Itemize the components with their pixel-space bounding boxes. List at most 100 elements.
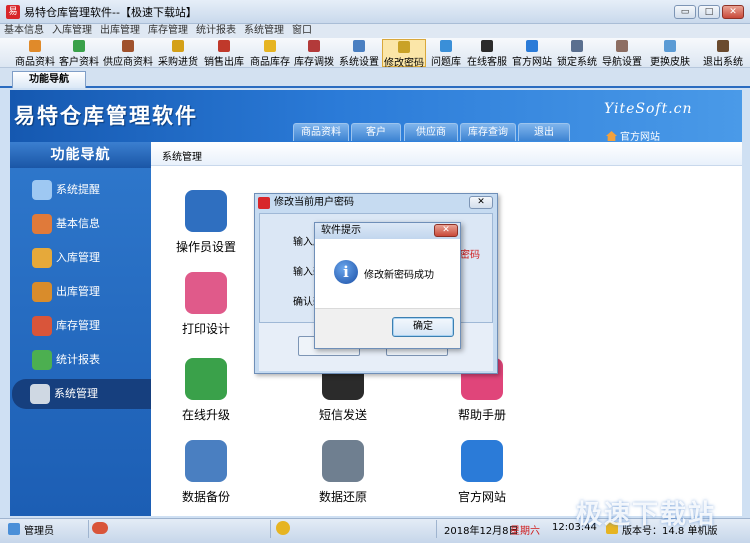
maximize-button[interactable]: □ [698, 5, 720, 19]
supplier-info-icon [122, 40, 134, 52]
function-label: 打印设计 [181, 322, 230, 336]
toolbar-label: 采购进货 [158, 57, 198, 68]
function-official-site[interactable]: 官方网站 [427, 440, 537, 505]
database-icon [322, 440, 364, 482]
info-icon: i [334, 260, 358, 284]
menu-inventory[interactable]: 库存管理 [144, 24, 192, 38]
function-label: 数据还原 [318, 490, 367, 504]
ie-globe-icon [461, 440, 503, 482]
toolbar-purchase-in-button[interactable]: 采购进货 [156, 39, 200, 68]
nav-tab-suppliers[interactable]: 供应商 [404, 123, 458, 141]
exit-system-icon [717, 40, 729, 52]
dialog-close-button[interactable]: ✕ [469, 196, 493, 209]
box-out-icon [32, 282, 52, 302]
menu-basic-info[interactable]: 基本信息 [0, 24, 48, 38]
sales-out-icon [218, 40, 230, 52]
nav-tab-products[interactable]: 商品资料 [293, 123, 349, 141]
change-password-icon [398, 41, 410, 53]
toolbar-label: 官方网站 [512, 57, 552, 68]
breadcrumb-bar [151, 142, 742, 166]
toolbar-nav-settings-button[interactable]: 导航设置 [600, 39, 644, 68]
brand-logo: YiteSoft.cn [604, 101, 693, 117]
status-weekday: 星期六 [510, 526, 540, 537]
sidebar-item-label: 基本信息 [56, 217, 100, 230]
sidebar-item-basic-info[interactable]: 基本信息 [14, 209, 148, 239]
sidebar-item-system-reminder[interactable]: 系统提醒 [14, 175, 148, 205]
tools-icon [30, 384, 50, 404]
toolbar-system-settings-button[interactable]: 系统设置 [338, 39, 380, 68]
toolbar-label: 商品资料 [15, 57, 55, 68]
customer-info-icon [73, 40, 85, 52]
dialog-title: 修改当前用户密码 [274, 197, 354, 208]
toolbar-sales-out-button[interactable]: 销售出库 [202, 39, 246, 68]
info-icon [32, 180, 52, 200]
toolbar-lock-system-button[interactable]: 锁定系统 [556, 39, 598, 68]
toolbar-change-password-button[interactable]: 修改密码 [382, 39, 426, 69]
home-icon [606, 131, 617, 141]
official-site-link[interactable]: 官方网站 [606, 128, 660, 143]
sidebar-item-inventory-management[interactable]: 库存管理 [14, 311, 148, 341]
function-online-upgrade[interactable]: 在线升级 [151, 358, 261, 423]
menu-reports[interactable]: 统计报表 [192, 24, 240, 38]
toolbar-label: 商品库存 [250, 57, 290, 68]
app-icon: 易 [6, 5, 20, 19]
tab-function-nav[interactable]: 功能导航 [12, 71, 86, 88]
menu-system[interactable]: 系统管理 [240, 24, 288, 38]
sidebar-item-label: 统计报表 [56, 353, 100, 366]
function-label: 短信发送 [318, 408, 367, 422]
toolbar-customer-info-button[interactable]: 客户资料 [58, 39, 100, 68]
function-data-backup[interactable]: 数据备份 [151, 440, 261, 505]
product-stock-icon [264, 40, 276, 52]
menu-outbound[interactable]: 出库管理 [96, 24, 144, 38]
menu-inbound[interactable]: 入库管理 [48, 24, 96, 38]
smiley-icon [276, 521, 290, 535]
sidebar-item-outbound-management[interactable]: 出库管理 [14, 277, 148, 307]
system-settings-icon [353, 40, 365, 52]
cubes-icon [32, 214, 52, 234]
function-print-design[interactable]: 打印设计 [151, 272, 261, 337]
function-operator-settings[interactable]: 操作员设置 [151, 190, 261, 255]
function-data-restore[interactable]: 数据还原 [288, 440, 398, 505]
banner-title: 易特仓库管理软件 [14, 104, 198, 128]
sidebar-item-inbound-management[interactable]: 入库管理 [14, 243, 148, 273]
toolbar-official-site-button[interactable]: 官方网站 [510, 39, 554, 68]
menu-window[interactable]: 窗口 [288, 24, 316, 38]
message-close-button[interactable]: ✕ [434, 224, 458, 237]
toolbar-stock-transfer-button[interactable]: 库存调拨 [293, 39, 335, 68]
minimize-button[interactable]: ▭ [674, 5, 696, 19]
window-title: 易特仓库管理软件--【极速下载站】 [24, 6, 197, 19]
sidebar-item-label: 出库管理 [56, 285, 100, 298]
printer-icon [185, 272, 227, 314]
close-button[interactable]: ✕ [722, 5, 744, 19]
nav-tab-customers[interactable]: 客户 [351, 123, 401, 141]
toolbar-exit-system-button[interactable]: 退出系统 [700, 39, 746, 68]
toolbar-faq-button[interactable]: 问题库 [428, 39, 464, 68]
sidebar-item-label: 系统提醒 [56, 183, 100, 196]
watermark: 极速下载站 [576, 500, 717, 530]
user-icon [8, 523, 20, 535]
status-separator [270, 520, 271, 538]
function-label: 在线升级 [181, 408, 230, 422]
toolbar-supplier-info-button[interactable]: 供应商资料 [102, 39, 154, 68]
toolbar-label: 销售出库 [204, 57, 244, 68]
nav-tab-exit[interactable]: 退出 [518, 123, 570, 141]
calendar-icon [185, 440, 227, 482]
toolbar-product-info-button[interactable]: 商品资料 [14, 39, 56, 68]
vip-badge-icon [92, 522, 108, 534]
sidebar-item-statistics-reports[interactable]: 统计报表 [14, 345, 148, 375]
toolbar-label: 锁定系统 [557, 57, 597, 68]
toolbar-online-service-button[interactable]: 在线客服 [466, 39, 508, 68]
nav-settings-icon [616, 40, 628, 52]
message-ok-button[interactable]: 确定 [392, 317, 454, 337]
toolbar-change-skin-button[interactable]: 更换皮肤 [646, 39, 694, 68]
message-text: 修改新密码成功 [364, 270, 434, 281]
warehouse-icon [32, 316, 52, 336]
sidebar-item-system-management[interactable]: 系统管理 [12, 379, 152, 409]
purchase-in-icon [172, 40, 184, 52]
lock-system-icon [571, 40, 583, 52]
faq-icon [440, 40, 452, 52]
official-site-icon [526, 40, 538, 52]
nav-tab-stock-query[interactable]: 库存查询 [460, 123, 516, 141]
toolbar-label: 更换皮肤 [650, 57, 690, 68]
toolbar-product-stock-button[interactable]: 商品库存 [249, 39, 291, 68]
